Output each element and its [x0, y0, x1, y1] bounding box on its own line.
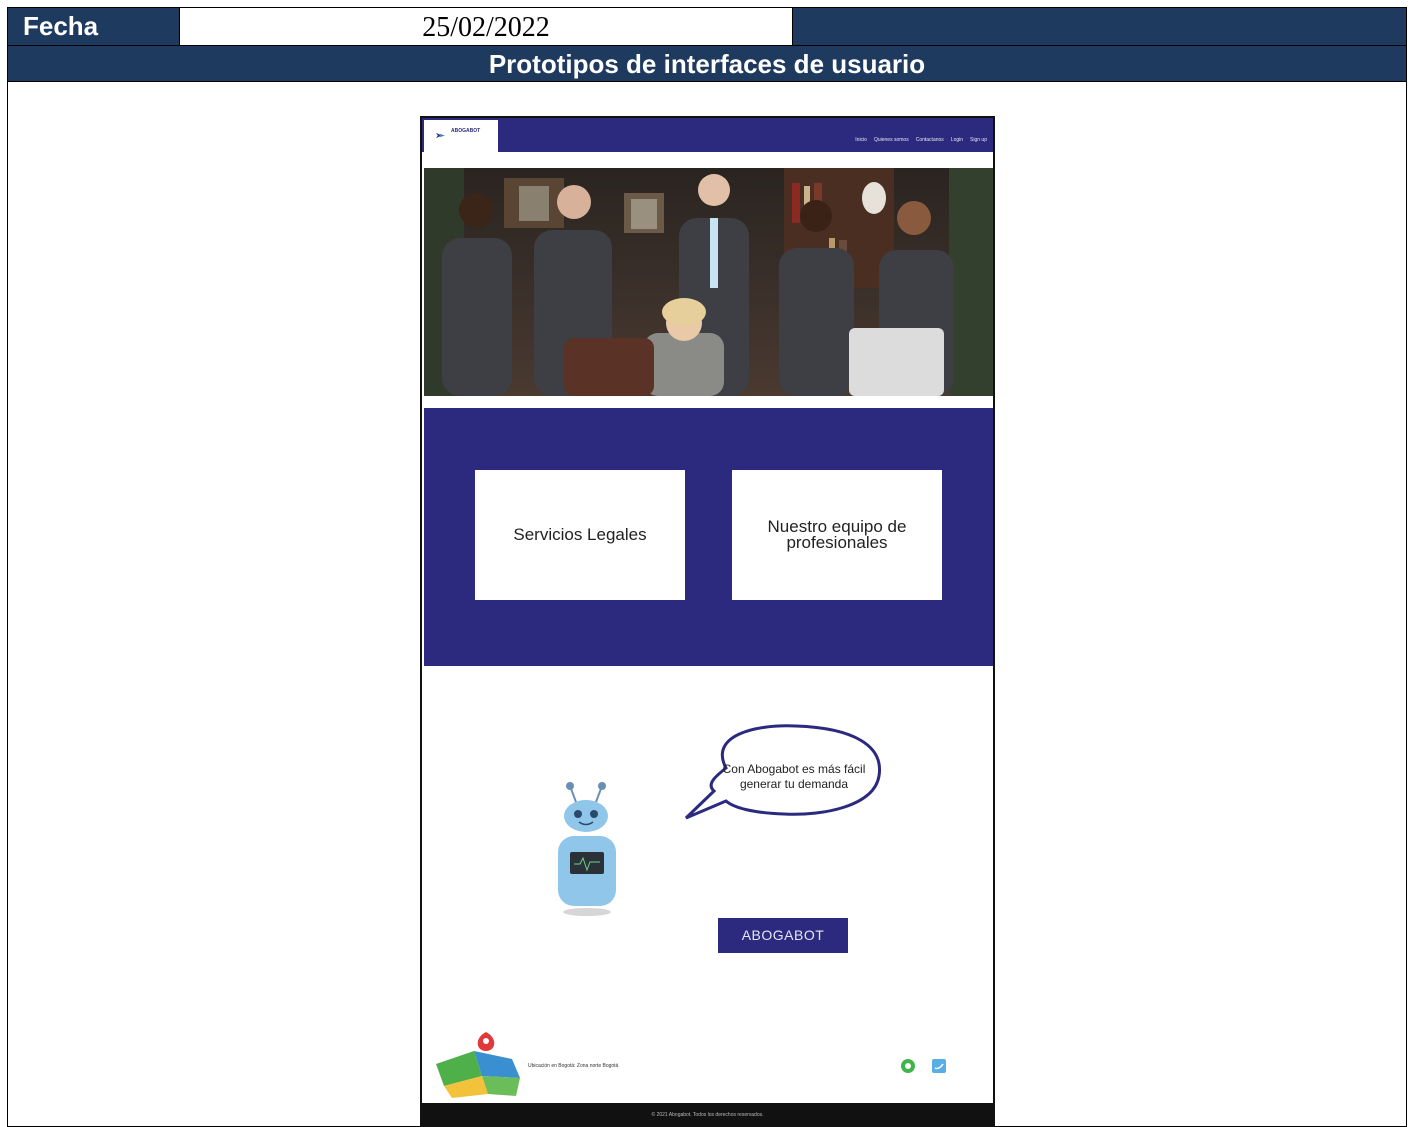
- fecha-row: Fecha 25/02/2022: [8, 8, 1406, 46]
- robot-mascot-icon: [558, 782, 616, 916]
- whatsapp-icon[interactable]: [901, 1059, 915, 1073]
- speech-bubble-text: Con Abogabot es más fácil generar tu dem…: [722, 762, 866, 791]
- footer-address: Ubicación en Bogotá: Zona norte Bogotá: [528, 1063, 619, 1069]
- prototype-screenshot: ABOGABOT Inicio Quienes somos Contactano…: [420, 116, 995, 1127]
- prototype-footer-bar: © 2021 Abogabot. Todos los derechos rese…: [422, 1103, 993, 1125]
- abogabot-section: Con Abogabot es más fácil generar tu dem…: [424, 666, 993, 1101]
- twitter-icon[interactable]: [932, 1059, 946, 1073]
- fecha-empty-cell: [793, 8, 1406, 45]
- prototype-logo[interactable]: ABOGABOT: [424, 120, 498, 152]
- nav-link-inicio[interactable]: Inicio: [855, 137, 867, 143]
- fecha-label: Fecha: [8, 8, 180, 45]
- abogabot-button[interactable]: ABOGABOT: [718, 918, 848, 953]
- nav-link-login[interactable]: Login: [951, 137, 963, 143]
- nav-link-quienes-somos[interactable]: Quienes somos: [874, 137, 909, 143]
- prototype-nav-links: Inicio Quienes somos Contactanos Login S…: [855, 137, 987, 143]
- service-card-equipo[interactable]: Nuestro equipo de profesionales: [732, 470, 942, 600]
- hero-team-photo: [424, 168, 993, 396]
- hero-photo-illustration: [424, 168, 993, 396]
- prototype-navbar: ABOGABOT Inicio Quienes somos Contactano…: [422, 118, 993, 152]
- logo-text: ABOGABOT: [451, 128, 481, 134]
- navbar-spacer: [422, 152, 993, 168]
- nav-link-contactanos[interactable]: Contactanos: [916, 137, 944, 143]
- section-title: Prototipos de interfaces de usuario: [8, 46, 1406, 82]
- services-section: Servicios Legales Nuestro equipo de prof…: [424, 408, 993, 666]
- logo-mark-icon: [436, 132, 445, 139]
- copyright-text: © 2021 Abogabot. Todos los derechos rese…: [651, 1112, 764, 1118]
- service-card-legales[interactable]: Servicios Legales: [475, 470, 685, 600]
- abogabot-illustration: [436, 724, 946, 1098]
- map-location-icon: [436, 1032, 520, 1098]
- nav-link-sign-up[interactable]: Sign up: [970, 137, 987, 143]
- hero-bottom-spacer: [422, 396, 993, 408]
- fecha-value: 25/02/2022: [180, 8, 793, 45]
